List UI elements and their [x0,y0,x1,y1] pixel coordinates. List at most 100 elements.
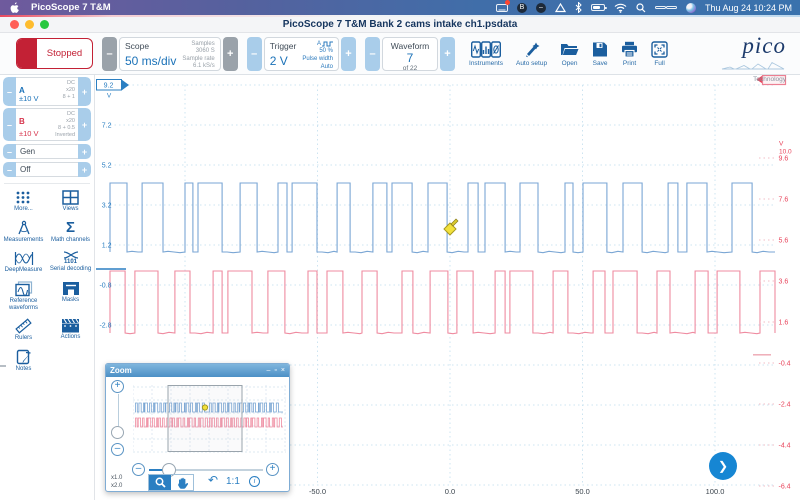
zoom-select-mode-button[interactable] [149,475,171,490]
open-button[interactable]: Open [560,41,579,67]
axis-tick-label: -0.4 [779,361,791,368]
triangle-icon[interactable] [555,2,566,13]
zoom-vertical-slider-track[interactable] [118,394,120,426]
trigger-level-value[interactable]: 2 V [270,54,297,68]
zoom-restore-icon[interactable]: ▫ [274,367,276,374]
waveform-previous-button[interactable]: – [365,37,380,71]
zoom-minimize-icon[interactable]: – [267,367,271,374]
save-button[interactable]: Save [592,41,608,67]
gen-control[interactable]: – Gen + [3,144,91,159]
axis-tick-label: 1.6 [779,320,789,327]
trigger-increase-button[interactable]: + [341,37,356,71]
zoom-vertical-slider-knob[interactable] [111,426,124,439]
serial-decoding-icon: 1101 [63,251,79,265]
zoom-close-icon[interactable]: × [281,367,285,374]
menubar-app-name[interactable]: PicoScope 7 T&M [31,2,111,13]
channel-a-range: ±10 V [19,94,39,103]
x-axis-tick-label: 50.0 [575,487,590,496]
channel-a-top-value: 9.2 [104,83,114,90]
channel-a-control[interactable]: – A ±10 V DC x20 8 + 1 + [3,77,91,106]
control-center-icon[interactable] [655,2,677,13]
timebase-increase-button[interactable]: + [223,37,238,71]
sidebar-item-notes[interactable]: Notes [0,349,47,373]
gen-decrease-button[interactable]: – [3,144,16,159]
rulers-icon [15,318,32,334]
b-circle-icon[interactable]: B [517,3,527,13]
sidebar-item-more[interactable]: More... [0,190,47,213]
timebase-value[interactable]: 50 ms/div [125,54,176,68]
waveform-panel: – Waveform 7 of 22 + [365,37,455,71]
stopped-button[interactable]: Stopped [16,38,93,69]
wifi-icon[interactable] [614,2,627,13]
waveform-index[interactable]: 7 [407,51,414,65]
auto-setup-wand-icon [523,41,541,58]
sidebar-item-actions[interactable]: Actions [47,318,94,342]
channel-a-axis-arrow-icon [122,80,130,91]
auto-setup-button[interactable]: Auto setup [516,41,547,67]
pico-logo: pico Technology [720,36,786,83]
channel-b-control[interactable]: – B ±10 V DC x20 8 + 0.5 Inverted + [3,108,91,141]
open-folder-icon [560,41,579,58]
trigger-marker[interactable] [444,219,458,235]
sidebar-item-views[interactable]: Views [47,190,94,213]
zoom-horizontal-out-button[interactable]: – [132,463,145,476]
sidebar-item-measurements[interactable]: Measurements [0,220,47,244]
siri-icon[interactable] [686,3,696,13]
sidebar-item-rulers[interactable]: Rulers [0,318,47,342]
scope-title: Scope [125,41,176,51]
zoom-minimap[interactable] [133,385,286,455]
instruments-button[interactable]: Instruments [469,41,503,67]
zoom-window-header[interactable]: Zoom – ▫ × [106,364,289,377]
math-sigma-icon: Σ [66,220,75,236]
sidebar-item-serial-decoding[interactable]: 1101 Serial decoding [47,251,94,274]
more-grid-icon [15,190,33,205]
notes-icon [16,349,32,365]
channel-a-increase-button[interactable]: + [78,77,91,106]
off-decrease-button[interactable]: – [3,162,16,177]
zoom-horizontal-in-button[interactable]: + [266,463,279,476]
zoom-undo-button[interactable]: ↶ [208,473,218,487]
sidebar: – A ±10 V DC x20 8 + 1 + – B ±10 V DC x2… [0,75,95,500]
full-screen-button[interactable]: Full [651,41,668,67]
bluetooth-icon[interactable] [575,2,582,13]
channel-a-decrease-button[interactable]: – [3,77,16,106]
zoom-vertical-in-button[interactable]: + [111,380,124,393]
dark-circle-icon[interactable]: – [536,3,546,13]
app-status-icon[interactable] [496,2,508,13]
axis-tick-label: -0.8 [99,283,111,290]
sample-info: Samples 3060 S Sample rate 6.1 kS/s [182,41,214,68]
main-toolbar: Stopped – Scope 50 ms/div Samples 3060 S… [0,33,800,75]
axis-tick-label: 9.6 [779,156,789,163]
menubar-clock[interactable]: Thu Aug 24 10:24 PM [705,3,792,13]
channel-a-info: DC x20 8 + 1 [63,80,75,101]
zoom-vertical-out-button[interactable]: – [111,443,124,456]
print-button[interactable]: Print [621,41,638,67]
timebase-decrease-button[interactable]: – [102,37,117,71]
channel-b-decrease-button[interactable]: – [3,108,16,141]
spotlight-search-icon[interactable] [636,2,646,13]
zoom-overlay-window[interactable]: Zoom – ▫ × + – – + x1.0 x2.0 ↶ 1:1 i [105,363,290,492]
channel-b-increase-button[interactable]: + [78,108,91,141]
off-increase-button[interactable]: + [78,162,91,177]
sidebar-item-masks[interactable]: Masks [47,281,94,312]
sidebar-item-reference-waveforms[interactable]: Reference waveforms [0,281,47,312]
zoom-info-button[interactable]: i [249,476,260,487]
zoom-ratio-button[interactable]: 1:1 [226,476,240,487]
waveform-next-button[interactable]: + [440,37,455,71]
stop-block-icon [17,39,37,68]
next-page-button[interactable]: ❯ [709,452,737,480]
battery-icon[interactable] [591,4,605,11]
minimap-trigger-dot [202,405,207,410]
gen-increase-button[interactable]: + [78,144,91,159]
notification-dot [505,0,510,5]
minimap-selection-rect[interactable] [168,386,242,452]
trigger-decrease-button[interactable]: – [247,37,262,71]
axis-tick-label: 7.2 [102,123,112,130]
apple-logo-icon[interactable] [10,2,20,13]
off-control[interactable]: – Off + [3,162,91,177]
zoom-pan-mode-button[interactable] [171,475,193,490]
right-axis-unit: V [779,140,784,147]
sidebar-item-math-channels[interactable]: Σ Math channels [47,220,94,244]
sidebar-item-deepmeasure[interactable]: DeepMeasure [0,251,47,274]
sidebar-splitter-handle[interactable] [0,365,6,367]
